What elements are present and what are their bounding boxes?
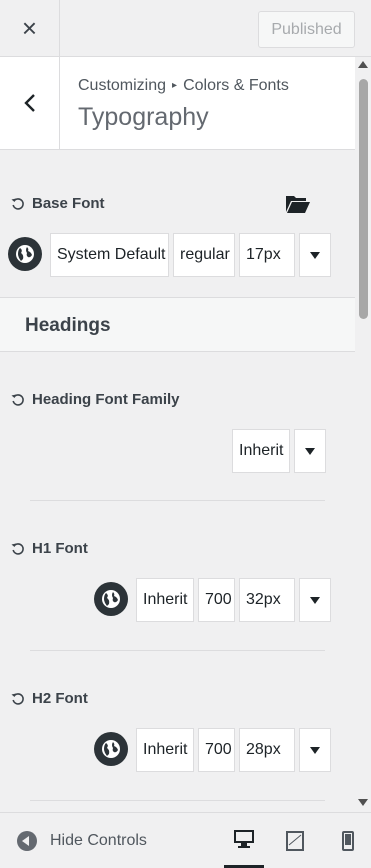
h1-controls: Inherit 700 32px xyxy=(94,578,331,622)
base-font-family-field[interactable]: System Default xyxy=(50,233,169,277)
globe-icon xyxy=(102,590,120,608)
h1-globe-button[interactable] xyxy=(94,582,128,616)
h1-label: H1 Font xyxy=(32,540,88,557)
scroll-thumb[interactable] xyxy=(359,79,368,319)
section-title: Typography xyxy=(78,103,209,131)
breadcrumb-root: Customizing xyxy=(78,77,167,94)
reset-icon[interactable] xyxy=(11,393,25,407)
base-font-globe-button[interactable] xyxy=(8,237,42,271)
h1-label-row: H1 Font xyxy=(11,540,88,557)
base-font-size-field[interactable]: 17px xyxy=(239,233,295,277)
h2-weight-field[interactable]: 700 xyxy=(198,728,235,772)
heading-family-controls: Inherit xyxy=(232,429,326,473)
base-font-weight-field[interactable]: regular xyxy=(173,233,235,277)
collapse-icon xyxy=(17,831,37,851)
heading-family-label-row: Heading Font Family xyxy=(11,391,180,408)
preview-tablet-button[interactable] xyxy=(275,813,315,868)
breadcrumb: Customizing ▸ Colors & Fonts xyxy=(78,77,289,95)
base-font-controls: System Default regular 17px xyxy=(8,233,331,277)
base-font-label-row: Base Font xyxy=(11,195,105,212)
h2-dropdown[interactable] xyxy=(299,728,331,772)
close-icon: × xyxy=(21,13,38,43)
globe-icon xyxy=(16,245,34,263)
breadcrumb-parent: Colors & Fonts xyxy=(183,77,289,94)
caret-down-icon xyxy=(310,596,320,604)
headings-section-header: Headings xyxy=(0,297,355,352)
scroll-down-arrow[interactable] xyxy=(358,799,368,806)
folder-open-icon[interactable] xyxy=(285,193,311,215)
divider xyxy=(30,500,325,501)
heading-family-dropdown[interactable] xyxy=(294,429,326,473)
h1-dropdown[interactable] xyxy=(299,578,331,622)
panel-scrollbar[interactable] xyxy=(355,57,371,812)
h1-family-field[interactable]: Inherit xyxy=(136,578,194,622)
preview-desktop-button[interactable] xyxy=(224,813,264,868)
hide-controls-button[interactable]: Hide Controls xyxy=(17,831,147,851)
hide-controls-label: Hide Controls xyxy=(50,832,147,849)
back-button[interactable] xyxy=(0,57,60,149)
h2-family-field[interactable]: Inherit xyxy=(136,728,194,772)
customizer-footer: Hide Controls xyxy=(0,812,371,868)
section-header: Customizing ▸ Colors & Fonts Typography xyxy=(0,57,355,150)
headings-title: Headings xyxy=(25,315,111,336)
close-customizer-button[interactable]: × xyxy=(0,0,60,57)
breadcrumb-separator: ▸ xyxy=(172,80,178,91)
heading-family-field[interactable]: Inherit xyxy=(232,429,290,473)
customizer-header: × Published xyxy=(0,0,371,57)
reset-icon[interactable] xyxy=(11,692,25,706)
desktop-icon xyxy=(234,830,254,848)
scroll-up-arrow[interactable] xyxy=(358,61,368,68)
h1-size-field[interactable]: 32px xyxy=(239,578,295,622)
h2-label-row: H2 Font xyxy=(11,690,88,707)
h2-controls: Inherit 700 28px xyxy=(94,728,331,772)
heading-family-label: Heading Font Family xyxy=(32,391,180,408)
divider xyxy=(30,800,325,801)
caret-down-icon xyxy=(305,447,315,455)
chevron-left-icon xyxy=(23,94,35,112)
base-font-dropdown[interactable] xyxy=(299,233,331,277)
h2-size-field[interactable]: 28px xyxy=(239,728,295,772)
preview-mobile-button[interactable] xyxy=(328,813,368,868)
mobile-icon xyxy=(342,831,354,851)
globe-icon xyxy=(102,740,120,758)
publish-button[interactable]: Published xyxy=(258,11,355,48)
tablet-icon xyxy=(286,831,304,851)
caret-down-icon xyxy=(310,746,320,754)
caret-down-icon xyxy=(310,251,320,259)
reset-icon[interactable] xyxy=(11,197,25,211)
reset-icon[interactable] xyxy=(11,542,25,556)
h2-globe-button[interactable] xyxy=(94,732,128,766)
base-font-label: Base Font xyxy=(32,195,105,212)
divider xyxy=(30,650,325,651)
h1-weight-field[interactable]: 700 xyxy=(198,578,235,622)
h2-label: H2 Font xyxy=(32,690,88,707)
